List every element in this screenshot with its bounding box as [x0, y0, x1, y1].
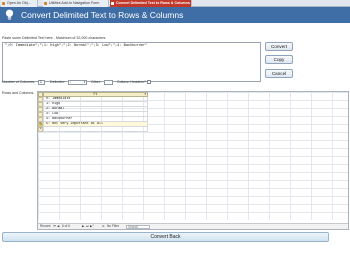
columns-input[interactable]: 1	[38, 80, 45, 85]
copy-button[interactable]: Copy	[265, 55, 293, 64]
tab-open-an-object[interactable]: Open An Obj...	[1, 0, 38, 7]
record-navigation-bar: Record: ⏮ ◀ 6 of 6 ▶ ⏭ ▶* ⊘ No Filter Se…	[38, 223, 348, 229]
chevron-down-icon: ▾	[83, 80, 86, 84]
last-record-icon[interactable]: ⏭	[86, 224, 89, 229]
convert-button[interactable]: Convert	[265, 42, 293, 51]
search-input[interactable]: Search	[126, 225, 150, 229]
status-area	[0, 245, 350, 268]
next-record-icon[interactable]: ▶	[82, 224, 84, 229]
column-headers-label: Column Headers?	[117, 80, 146, 84]
form-header: Convert Delimited Text to Rows & Columns	[0, 7, 350, 23]
record-position[interactable]: 6 of 6	[62, 224, 70, 229]
search-placeholder: Search	[128, 225, 139, 229]
table-cell[interactable]	[43, 127, 148, 132]
column-headers-checkbox[interactable]	[147, 80, 151, 84]
rows-columns-label: Rows and Columns:	[2, 91, 35, 95]
page-title: Convert Delimited Text to Rows & Columns	[21, 10, 184, 20]
column-header-label: F1	[93, 92, 98, 96]
source-label: Paste some Delimited Text here - Maximum…	[2, 36, 107, 40]
cancel-button[interactable]: Cancel	[265, 69, 293, 78]
other-label: Other:	[91, 80, 101, 84]
delimited-text-input[interactable]: ";0: Immediate";";1: High";";2: Normal";…	[2, 42, 261, 82]
document-tab-bar: Open An Obj... Utilities Add-In Navigati…	[0, 0, 350, 7]
convert-back-button[interactable]: Convert Back	[2, 232, 329, 242]
form-icon	[2, 2, 5, 5]
form-icon	[111, 2, 114, 5]
chevron-down-icon[interactable]: ▾	[144, 93, 146, 96]
tab-navigation-form[interactable]: Utilities Add-In Navigation Form	[43, 0, 109, 7]
record-label: Record:	[40, 224, 52, 228]
tab-label: Utilities Add-In Navigation Form	[49, 1, 100, 5]
other-delimiter-input[interactable]	[104, 80, 113, 85]
previous-record-icon[interactable]: ◀	[57, 224, 59, 229]
delimiter-label: Delimiter:	[50, 80, 66, 84]
filter-icon: ⊘	[102, 224, 105, 228]
lightbulb-icon	[5, 9, 14, 20]
results-datasheet: F1 ▾ 0: Immediate 1: High 2: Normal 3: L…	[37, 91, 349, 230]
form-icon	[44, 2, 47, 5]
table-row-new[interactable]: *	[38, 127, 148, 132]
tab-label: Open An Obj...	[7, 1, 31, 5]
filter-status[interactable]: No Filter	[107, 224, 119, 229]
delimiter-select[interactable]: ; ▾	[68, 80, 87, 85]
columns-label: Number of Columns:	[2, 80, 35, 84]
tab-convert-delimited[interactable]: Convert Delimited Text to Rows & Columns	[110, 0, 192, 7]
new-record-icon[interactable]: ▶*	[90, 224, 94, 229]
first-record-icon[interactable]: ⏮	[53, 224, 56, 229]
tab-label: Convert Delimited Text to Rows & Columns	[116, 1, 190, 5]
delimiter-value: ;	[70, 80, 71, 84]
